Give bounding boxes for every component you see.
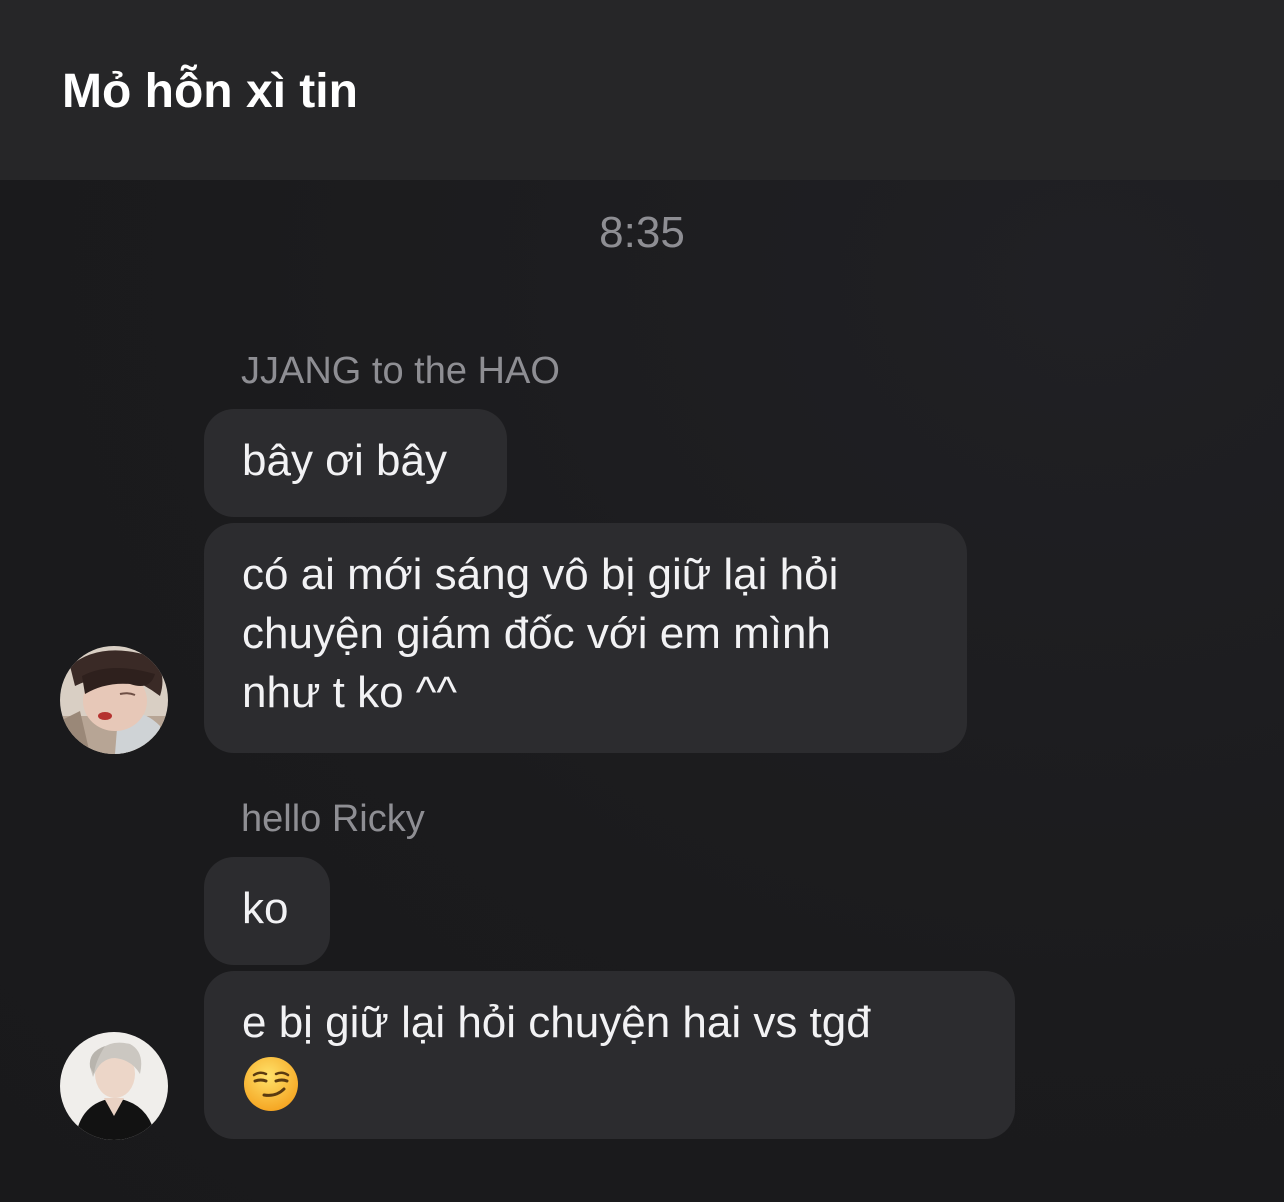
avatar-photo <box>60 646 168 754</box>
sender-name: JJANG to the HAO <box>241 350 560 392</box>
avatar-photo <box>60 1032 168 1140</box>
message-bubble[interactable]: có ai mới sáng vô bị giữ lại hỏi chuyện … <box>204 523 967 753</box>
sender-avatar[interactable] <box>60 646 168 754</box>
sender-avatar[interactable] <box>60 1032 168 1140</box>
smirking-face-emoji <box>244 1057 298 1112</box>
sender-name: hello Ricky <box>241 798 425 840</box>
message-text: e bị giữ lại hỏi chuyện hai vs tgđ <box>242 998 871 1047</box>
message-timestamp: 8:35 <box>599 208 685 257</box>
message-bubble[interactable]: bây ơi bây <box>204 409 507 517</box>
message-bubble[interactable]: ko <box>204 857 330 965</box>
message-bubble[interactable]: e bị giữ lại hỏi chuyện hai vs tgđ <box>204 971 1015 1139</box>
message-text: chuyện giám đốc với em mình <box>242 609 831 658</box>
chat-title[interactable]: Mỏ hỗn xì tin <box>62 62 358 122</box>
message-text: như t ko ^^ <box>242 668 458 717</box>
message-text: bây ơi bây <box>242 436 447 485</box>
chat-header: Mỏ hỗn xì tin <box>0 0 1284 180</box>
message-text: có ai mới sáng vô bị giữ lại hỏi <box>242 550 839 599</box>
message-text: ko <box>242 884 289 933</box>
